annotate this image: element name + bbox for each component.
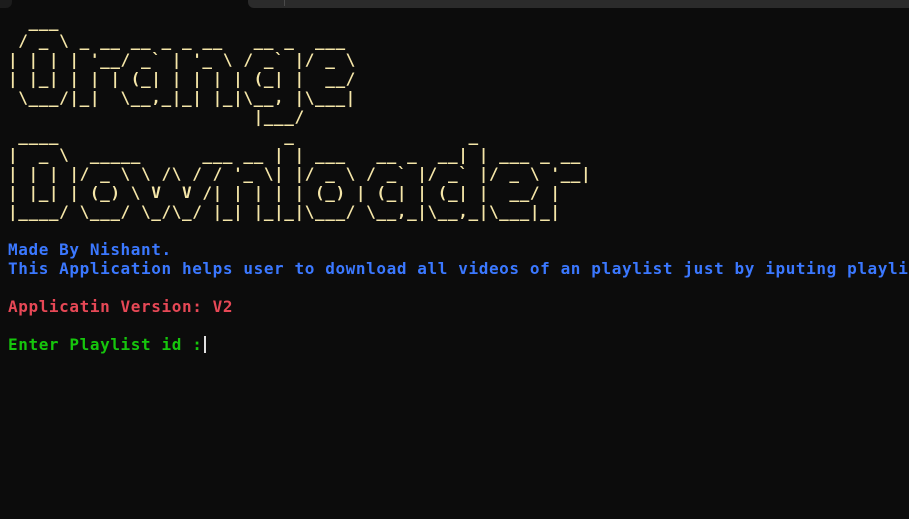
banner-line: | |_| | | | (_| | | | | (_| | __/ xyxy=(8,69,356,88)
banner-line: | | | |/ _ \ \ /\ / / '_ \| |/ _ \ / _` … xyxy=(8,164,592,183)
tab-divider xyxy=(284,0,285,6)
prompt-line[interactable]: Enter Playlist id : xyxy=(8,335,207,354)
banner-line: ____ _ _ xyxy=(8,126,479,145)
banner-line: | _ \ _____ ___ __ | | ___ __ _ __| | __… xyxy=(8,145,582,164)
ascii-banner-orange: ___ / _ \ _ __ __ _ _ __ __ _ ___ | | | |… xyxy=(8,12,909,126)
banner-line: |___/ xyxy=(8,107,305,126)
version-line: Applicatin Version: V2 xyxy=(8,297,234,316)
banner-line: | |_| | (_) \ V V /| | | | | (_) | (_| |… xyxy=(8,183,561,202)
prompt-label: Enter Playlist id : xyxy=(8,335,203,354)
active-tab-edge[interactable] xyxy=(0,0,12,8)
terminal-window[interactable]: ___ / _ \ _ __ __ _ _ __ __ _ ___ | | | |… xyxy=(0,0,909,519)
made-by-line: Made By Nishant. xyxy=(8,240,172,259)
terminal-output: ___ / _ \ _ __ __ _ _ __ __ _ ___ | | | |… xyxy=(8,12,909,354)
banner-line: / _ \ _ __ __ _ _ __ __ _ ___ xyxy=(8,31,346,50)
text-cursor xyxy=(204,336,207,353)
banner-line: ___ xyxy=(8,12,60,31)
tab-strip xyxy=(0,0,909,8)
description-line: This Application helps user to download … xyxy=(8,259,909,278)
ascii-banner-downloader: ____ _ _ | _ \ _____ ___ __ | | ___ __ _ … xyxy=(8,126,909,221)
tab-bar-area xyxy=(248,0,909,8)
banner-line: |____/ \___/ \_/\_/ |_| |_|_|\___/ \__,_… xyxy=(8,202,561,221)
banner-line: \___/|_| \__,_|_| |_|\__, |\___| xyxy=(8,88,356,107)
banner-line: | | | | '__/ _` | '_ \ / _` |/ _ \ xyxy=(8,50,356,69)
